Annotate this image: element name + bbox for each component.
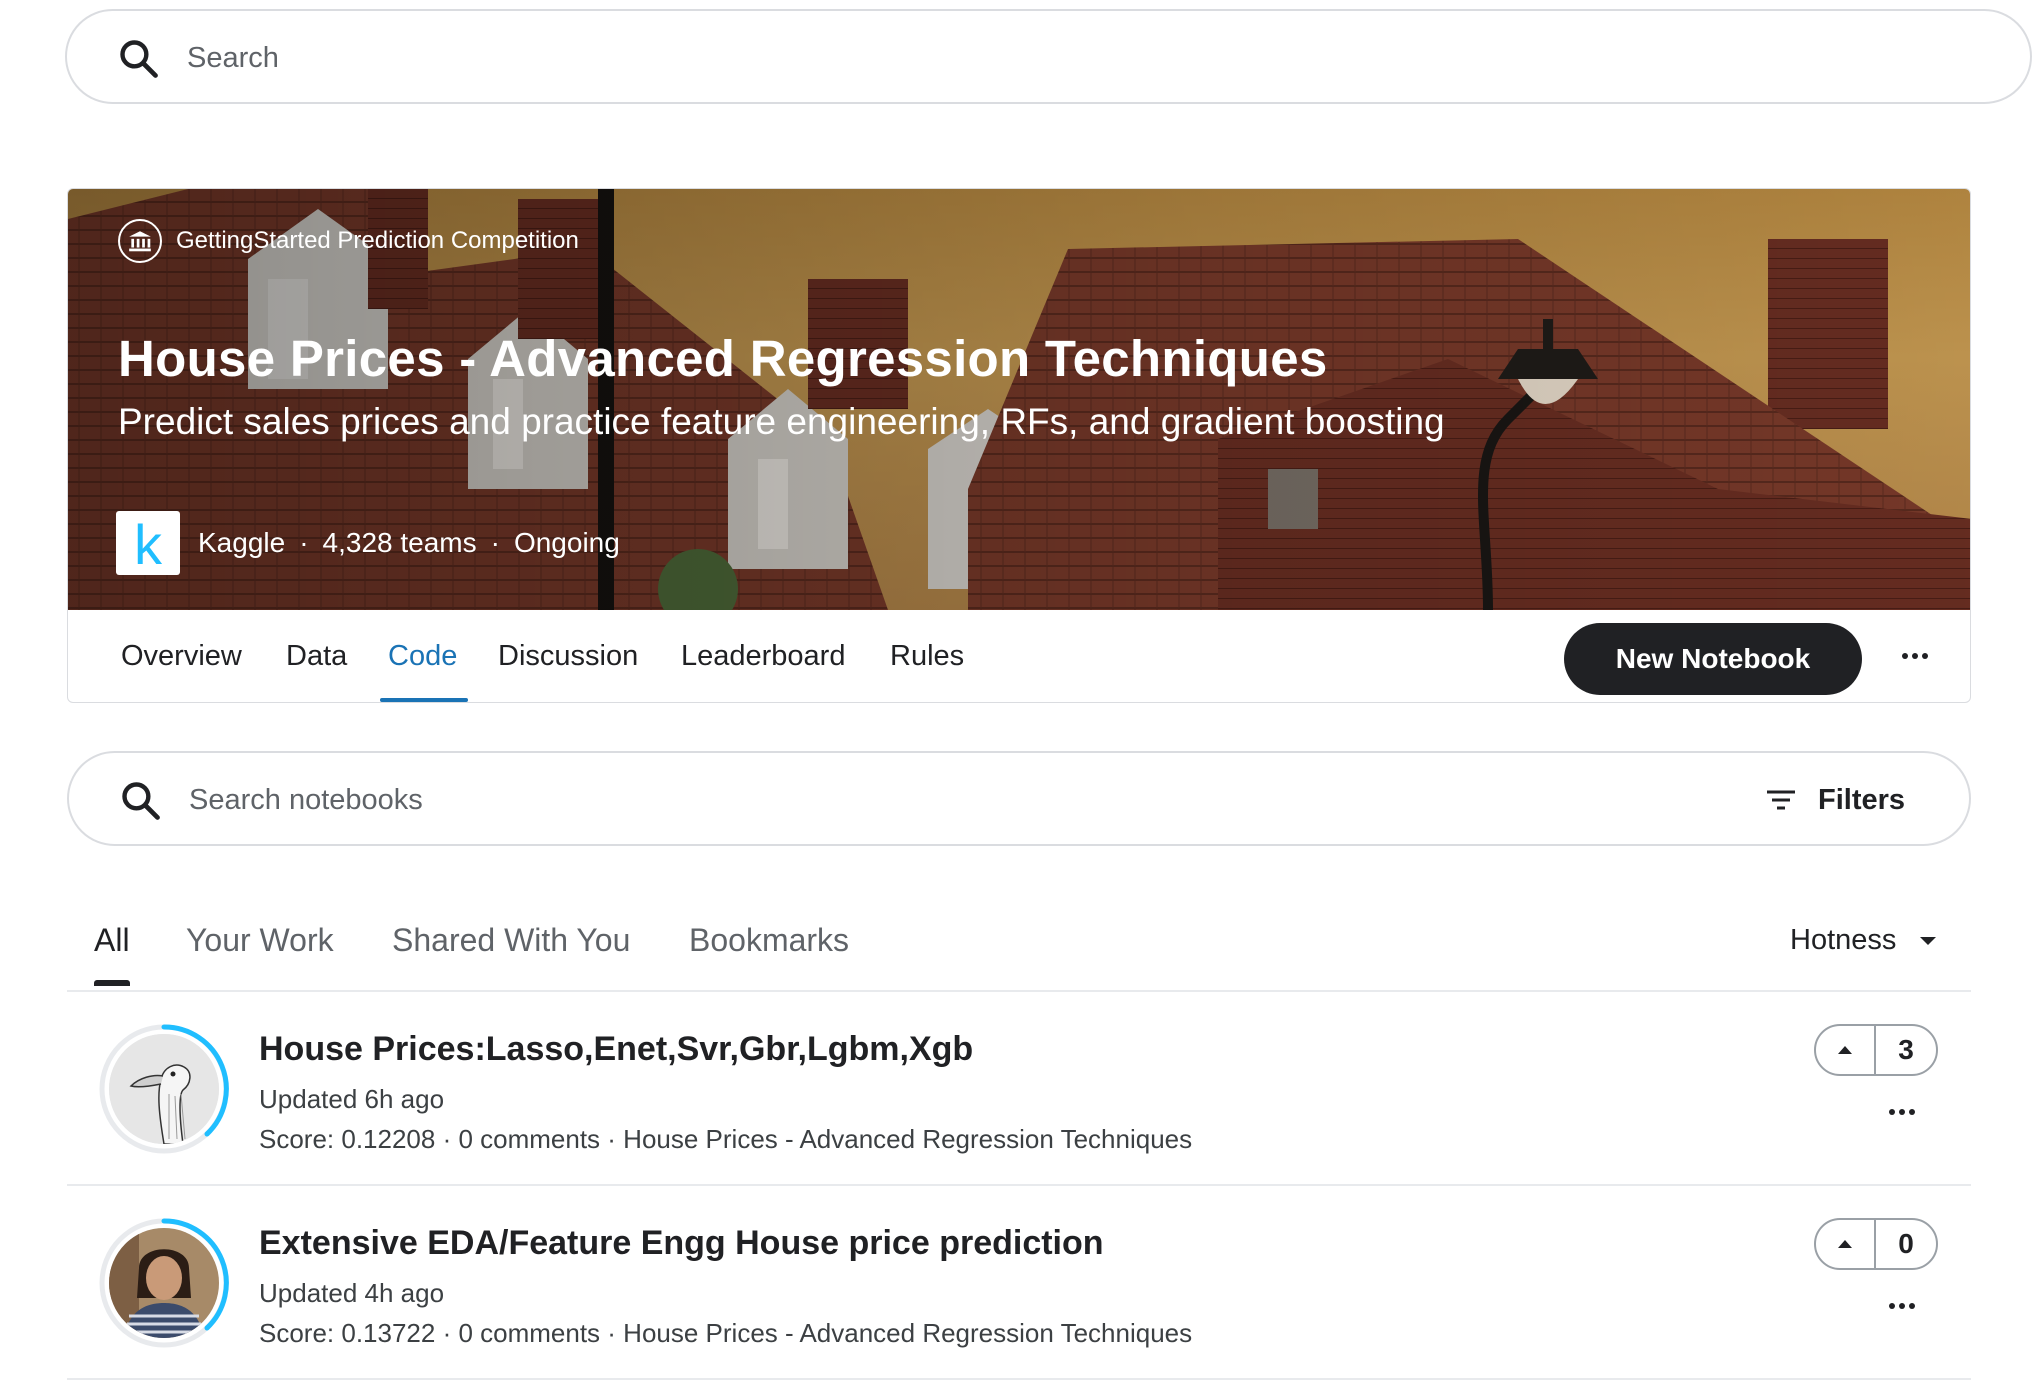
more-options-icon[interactable]	[1887, 1102, 1917, 1122]
upvote-button[interactable]	[1816, 1026, 1876, 1074]
host-name[interactable]: Kaggle	[198, 527, 285, 559]
competition-host-row: k Kaggle · 4,328 teams · Ongoing	[116, 511, 620, 575]
author-avatar[interactable]	[97, 1022, 231, 1156]
goose-avatar	[109, 1034, 219, 1144]
filters-button[interactable]: Filters	[1766, 775, 1905, 825]
notebook-meta: Score: 0.13722 · 0 comments · House Pric…	[259, 1318, 1193, 1348]
subtab-all[interactable]: All	[94, 922, 130, 959]
competition-type-label: GettingStarted Prediction Competition	[176, 227, 579, 254]
tab-discussion[interactable]: Discussion	[498, 610, 638, 702]
notebook-title[interactable]: House Prices:Lasso,Enet,Svr,Gbr,Lgbm,Xgb	[259, 1030, 973, 1069]
notebook-updated: Updated 4h ago	[259, 1278, 445, 1308]
competition-tabs: Overview Data Code Discussion Leaderboar…	[68, 610, 1970, 702]
separator-dot: ·	[490, 527, 500, 558]
tab-overview[interactable]: Overview	[121, 610, 242, 702]
notebook-row[interactable]: House Prices:Lasso,Enet,Svr,Gbr,Lgbm,Xgb…	[67, 992, 1971, 1186]
competition-card: GettingStarted Prediction Competition Ho…	[67, 188, 1971, 703]
more-options-icon[interactable]	[1887, 1296, 1917, 1316]
global-search-input[interactable]	[187, 35, 1887, 81]
notebook-search-bar[interactable]: Filters	[67, 751, 1971, 846]
global-search-bar[interactable]	[65, 9, 2032, 104]
upvote-control[interactable]: 0	[1814, 1218, 1938, 1270]
subtab-shared-with-you[interactable]: Shared With You	[392, 922, 630, 959]
competition-status: Ongoing	[513, 527, 620, 558]
person-avatar	[109, 1228, 219, 1338]
caret-up-icon	[1838, 1240, 1852, 1248]
notebook-search-input[interactable]	[189, 777, 1589, 823]
vote-count: 0	[1898, 1228, 1914, 1259]
new-notebook-button[interactable]: New Notebook	[1564, 623, 1862, 695]
active-tab-indicator	[380, 698, 468, 702]
institution-icon	[118, 219, 162, 263]
competition-banner: GettingStarted Prediction Competition Ho…	[68, 189, 1970, 610]
caret-down-icon	[1920, 936, 1937, 945]
caret-up-icon	[1838, 1046, 1852, 1054]
team-count: 4,328 teams	[322, 527, 477, 558]
sort-label: Hotness	[1790, 924, 1897, 956]
competition-type: GettingStarted Prediction Competition	[118, 219, 579, 263]
upvote-control[interactable]: 3	[1814, 1024, 1938, 1076]
competition-subtitle: Predict sales prices and practice featur…	[118, 401, 1445, 442]
subtab-bookmarks[interactable]: Bookmarks	[689, 922, 849, 959]
subtab-your-work[interactable]: Your Work	[186, 922, 334, 959]
filters-label: Filters	[1818, 783, 1906, 816]
notebook-title[interactable]: Extensive EDA/Feature Engg House price p…	[259, 1224, 1104, 1263]
tab-rules[interactable]: Rules	[890, 610, 964, 702]
sort-dropdown[interactable]: Hotness	[1790, 924, 1938, 957]
tab-leaderboard[interactable]: Leaderboard	[681, 610, 845, 702]
kaggle-logo[interactable]: k	[116, 511, 180, 575]
search-icon	[120, 40, 158, 78]
tab-data[interactable]: Data	[286, 610, 347, 702]
vote-count: 3	[1898, 1034, 1914, 1065]
divider	[67, 1378, 1971, 1380]
tab-code[interactable]: Code	[388, 610, 457, 702]
search-icon	[122, 782, 160, 820]
notebook-updated: Updated 6h ago	[259, 1084, 445, 1114]
notebook-row[interactable]: Extensive EDA/Feature Engg House price p…	[67, 1186, 1971, 1380]
more-options-icon[interactable]	[1900, 646, 1930, 666]
filter-icon	[1767, 790, 1795, 810]
separator-dot: ·	[299, 527, 309, 558]
upvote-button[interactable]	[1816, 1220, 1876, 1268]
notebook-meta: Score: 0.12208 · 0 comments · House Pric…	[259, 1124, 1193, 1154]
author-avatar[interactable]	[97, 1216, 231, 1350]
competition-title: House Prices - Advanced Regression Techn…	[118, 330, 1328, 387]
active-subtab-indicator	[94, 980, 130, 986]
